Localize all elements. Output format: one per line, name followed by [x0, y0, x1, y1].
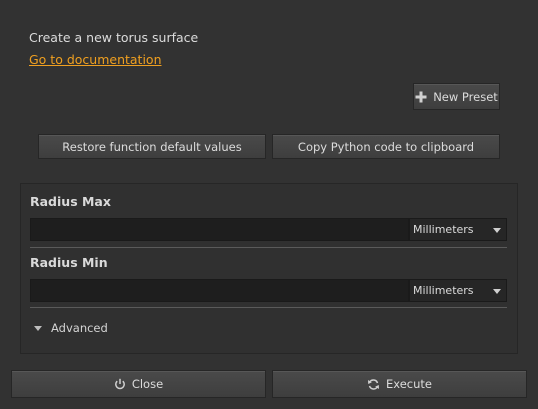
copy-python-label: Copy Python code to clipboard: [297, 139, 475, 154]
execute-button[interactable]: Execute: [272, 370, 527, 398]
triangle-down-icon: [34, 325, 42, 331]
close-label: Close: [131, 377, 164, 391]
new-preset-label: New Preset: [433, 89, 498, 104]
radius-min-unit-value: Millimeters: [413, 284, 474, 297]
refresh-icon: [368, 378, 379, 390]
close-button[interactable]: Close: [11, 370, 266, 398]
advanced-label: Advanced: [51, 321, 108, 335]
restore-defaults-label: Restore function default values: [62, 139, 242, 154]
radius-min-unit-select[interactable]: Millimeters: [409, 279, 507, 302]
section-divider: [30, 247, 507, 248]
section-divider: [30, 307, 507, 308]
restore-defaults-button[interactable]: Restore function default values: [38, 134, 266, 159]
plus-icon: [415, 91, 427, 102]
chevron-down-icon: [493, 228, 501, 233]
execute-label: Execute: [386, 377, 432, 391]
radius-min-label: Radius Min: [30, 255, 108, 270]
power-icon: [114, 378, 125, 390]
radius-min-input[interactable]: [30, 279, 409, 302]
documentation-link[interactable]: Go to documentation: [29, 52, 162, 67]
chevron-down-icon: [493, 289, 501, 294]
copy-python-button[interactable]: Copy Python code to clipboard: [272, 134, 500, 159]
function-description: Create a new torus surface: [29, 30, 199, 45]
radius-max-label: Radius Max: [30, 194, 111, 209]
radius-max-input[interactable]: [30, 218, 409, 241]
new-preset-button[interactable]: New Preset: [413, 83, 500, 110]
advanced-toggle[interactable]: Advanced: [34, 321, 108, 335]
radius-max-unit-select[interactable]: Millimeters: [409, 218, 507, 241]
radius-max-unit-value: Millimeters: [413, 223, 474, 236]
